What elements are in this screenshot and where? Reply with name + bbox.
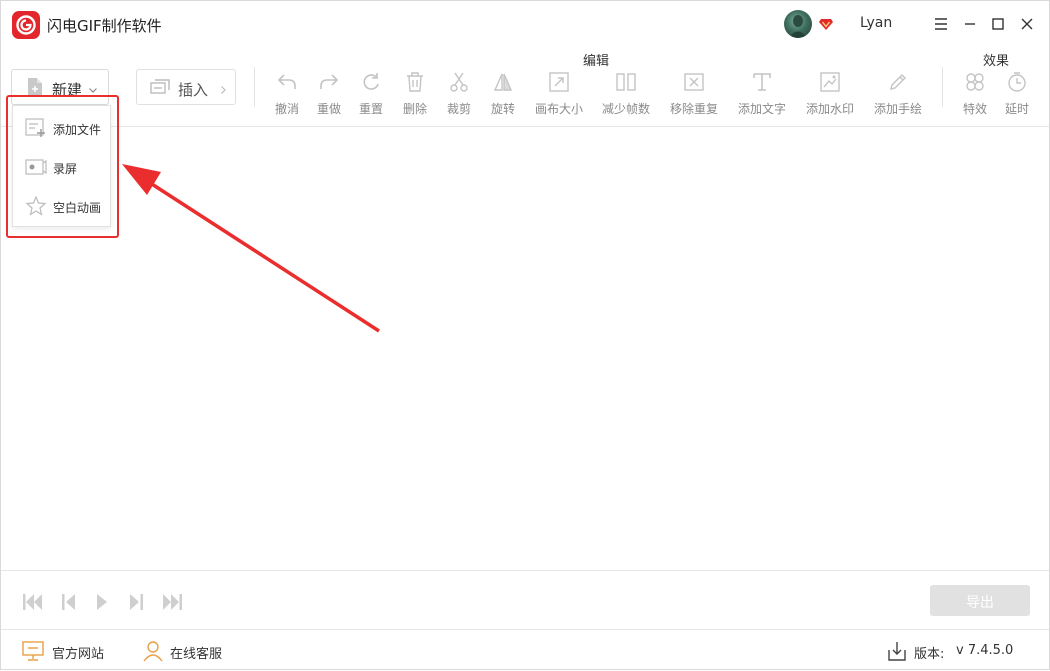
pen-icon <box>887 71 909 93</box>
rotate-label: 旋转 <box>490 102 515 116</box>
crop-label: 裁剪 <box>446 102 471 116</box>
text-icon <box>751 71 773 93</box>
edit-group-title: 编辑 <box>583 54 610 69</box>
canvas-size-icon <box>548 71 570 93</box>
delay-button[interactable]: 延时 <box>997 71 1037 119</box>
minimize-icon[interactable] <box>959 13 981 35</box>
effects-group-title: 效果 <box>983 54 1010 69</box>
undo-button[interactable]: 撤消 <box>267 71 307 119</box>
title-bar: 闪电GIF制作软件 Lyan <box>1 1 1049 47</box>
add-drawing-button[interactable]: 添加手绘 <box>870 71 926 119</box>
username[interactable]: Lyan <box>860 15 892 31</box>
export-button-label: 导出 <box>966 595 994 611</box>
status-bar: 官方网站 在线客服 版本: v 7.4.5.0 <box>1 631 1049 669</box>
reduce-frames-label: 减少帧数 <box>601 102 650 116</box>
redo-button[interactable]: 重做 <box>309 71 349 119</box>
scissors-icon <box>448 71 470 93</box>
toolbar: 编辑 效果 新建 插入 撤消 重做 重置 删除 裁剪 旋转 画布大小 减少帧数 … <box>1 47 1049 127</box>
toolbar-divider <box>942 67 943 107</box>
toolbar-divider <box>254 67 255 107</box>
effects-button[interactable]: 特效 <box>955 71 995 119</box>
online-support-label: 在线客服 <box>170 647 223 662</box>
insert-icon <box>150 78 172 102</box>
delete-label: 删除 <box>402 102 427 116</box>
chevron-right-icon <box>218 80 228 99</box>
delay-label: 延时 <box>1004 102 1029 116</box>
version-label: 版本: <box>914 647 945 662</box>
add-text-label: 添加文字 <box>737 102 786 116</box>
watermark-icon <box>819 71 841 93</box>
remove-duplicate-label: 移除重复 <box>669 102 718 116</box>
canvas-size-label: 画布大小 <box>534 102 583 116</box>
app-title: 闪电GIF制作软件 <box>47 17 162 35</box>
monitor-icon <box>21 640 45 666</box>
avatar[interactable] <box>784 10 812 38</box>
remove-duplicate-icon <box>683 71 705 93</box>
reset-label: 重置 <box>358 102 383 116</box>
delete-icon <box>404 71 426 93</box>
app-window: 闪电GIF制作软件 Lyan 编辑 效果 新建 插入 撤消 重做 重置 删除 裁… <box>0 0 1050 670</box>
remove-duplicate-button[interactable]: 移除重复 <box>666 71 722 119</box>
add-drawing-label: 添加手绘 <box>873 102 922 116</box>
maximize-icon[interactable] <box>987 13 1009 35</box>
insert-button[interactable]: 插入 <box>136 69 236 105</box>
export-button[interactable]: 导出 <box>930 585 1030 616</box>
delete-button[interactable]: 删除 <box>395 71 435 119</box>
app-logo-icon <box>12 11 40 39</box>
next-frame-icon[interactable] <box>123 591 147 613</box>
support-agent-icon <box>141 640 165 666</box>
last-frame-icon[interactable] <box>160 591 184 613</box>
download-icon <box>886 640 908 666</box>
undo-icon <box>276 71 298 93</box>
online-support-link[interactable]: 在线客服 <box>141 640 241 662</box>
effects-icon <box>964 71 986 93</box>
official-website-link[interactable]: 官方网站 <box>21 640 121 662</box>
official-website-label: 官方网站 <box>52 647 105 662</box>
close-icon[interactable] <box>1016 13 1038 35</box>
reduce-frames-button[interactable]: 减少帧数 <box>598 71 654 119</box>
add-text-button[interactable]: 添加文字 <box>734 71 790 119</box>
annotation-highlight-box <box>6 95 119 238</box>
crop-button[interactable]: 裁剪 <box>439 71 479 119</box>
rotate-icon <box>492 71 514 93</box>
add-watermark-label: 添加水印 <box>805 102 854 116</box>
insert-button-label: 插入 <box>178 81 209 99</box>
reset-icon <box>360 71 382 93</box>
vip-badge-icon[interactable] <box>818 16 834 32</box>
add-watermark-button[interactable]: 添加水印 <box>802 71 858 119</box>
version-value: v 7.4.5.0 <box>956 643 1014 658</box>
timer-icon <box>1006 71 1028 93</box>
reduce-frames-icon <box>615 71 637 93</box>
redo-icon <box>318 71 340 93</box>
undo-label: 撤消 <box>274 102 299 116</box>
playback-bar: 导出 <box>1 570 1049 630</box>
play-icon[interactable] <box>91 591 115 613</box>
canvas-size-button[interactable]: 画布大小 <box>531 71 587 119</box>
menu-icon[interactable] <box>930 13 952 35</box>
reset-button[interactable]: 重置 <box>351 71 391 119</box>
effects-label: 特效 <box>962 102 987 116</box>
rotate-button[interactable]: 旋转 <box>483 71 523 119</box>
redo-label: 重做 <box>316 102 341 116</box>
first-frame-icon[interactable] <box>21 591 45 613</box>
previous-frame-icon[interactable] <box>58 591 82 613</box>
